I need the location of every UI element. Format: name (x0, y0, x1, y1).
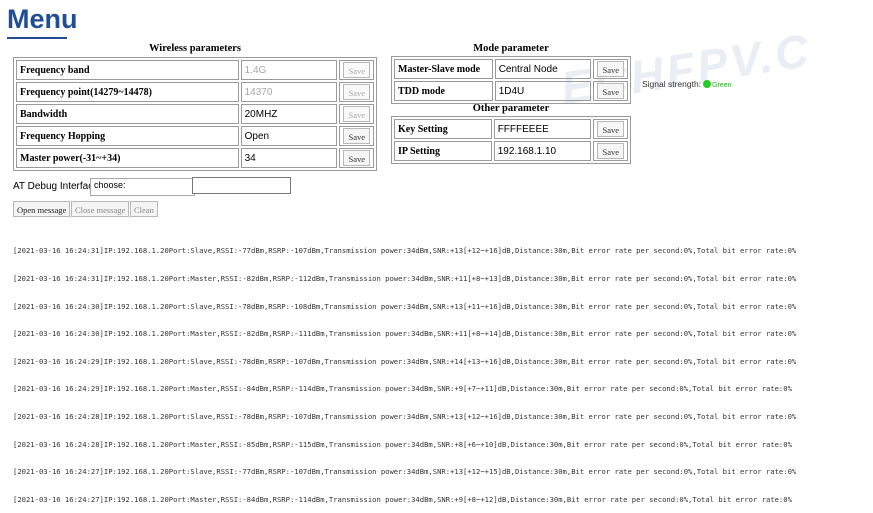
log-line: [2021-03-16 16:24:29]IP:192.168.1.20Port… (13, 384, 792, 394)
save-tdd-mode-button[interactable]: Save (597, 83, 624, 99)
ip-setting-input[interactable]: 192.168.1.10 (493, 141, 592, 161)
close-message-button[interactable]: Close message (71, 201, 130, 217)
mode-parameter-heading: Mode parameter (473, 43, 549, 54)
save-master-slave-mode-button[interactable]: Save (597, 61, 624, 77)
log-line: [2021-03-16 16:24:30]IP:192.168.1.20Port… (13, 329, 797, 339)
key-setting-label: Key Setting (394, 119, 492, 139)
log-line: [2021-03-16 16:24:27]IP:192.168.1.20Port… (13, 494, 792, 504)
frequency-hopping-label: Frequency Hopping (16, 126, 239, 146)
save-frequency-point-button[interactable]: Save (343, 84, 370, 100)
other-parameter-heading: Other parameter (472, 103, 550, 114)
key-setting-input[interactable]: FFFFEEEE (493, 119, 592, 139)
row-master-power: Master power(-31~+34) 34 Save (16, 148, 374, 168)
row-key-setting: Key Setting FFFFEEEE Save (394, 119, 628, 139)
save-frequency-band-button[interactable]: Save (343, 62, 370, 78)
at-command-input[interactable] (192, 177, 291, 194)
log-line: [2021-03-16 16:24:28]IP:192.168.1.20Port… (13, 412, 797, 422)
at-command-select[interactable]: choose: (90, 178, 195, 196)
log-line: [2021-03-16 16:24:31]IP:192.168.1.20Port… (13, 246, 797, 256)
log-line: [2021-03-16 16:24:28]IP:192.168.1.20Port… (13, 439, 792, 449)
bandwidth-label: Bandwidth (16, 104, 239, 124)
page-title: Menu (7, 4, 78, 34)
log-line: [2021-03-16 16:24:31]IP:192.168.1.20Port… (13, 274, 797, 284)
row-ip-setting: IP Setting 192.168.1.10 Save (394, 141, 628, 161)
save-master-power-button[interactable]: Save (343, 150, 370, 166)
save-frequency-hopping-button[interactable]: Save (343, 128, 370, 144)
bandwidth-select[interactable]: 20MHZ (240, 104, 338, 124)
wireless-parameters-table: Frequency band 1.4G Save Frequency point… (13, 57, 377, 171)
frequency-band-label: Frequency band (16, 60, 239, 80)
save-ip-setting-button[interactable]: Save (597, 143, 624, 159)
at-debug-label: AT Debug Interface (13, 181, 99, 192)
save-key-setting-button[interactable]: Save (597, 121, 624, 137)
message-log: [2021-03-16 16:24:31]IP:192.168.1.20Port… (13, 228, 796, 513)
frequency-band-value: 1.4G (240, 60, 338, 80)
log-line: [2021-03-16 16:24:27]IP:192.168.1.20Port… (13, 467, 797, 477)
master-slave-mode-select[interactable]: Central Node (494, 59, 592, 79)
signal-strength: Signal strength: Green (642, 79, 732, 89)
log-line: [2021-03-16 16:24:29]IP:192.168.1.20Port… (13, 356, 797, 366)
row-frequency-hopping: Frequency Hopping Open Save (16, 126, 374, 146)
signal-strength-label: Signal strength: (642, 79, 702, 89)
tdd-mode-label: TDD mode (394, 81, 493, 101)
row-bandwidth: Bandwidth 20MHZ Save (16, 104, 374, 124)
wireless-parameters-heading: Wireless parameters (148, 43, 242, 54)
frequency-hopping-select[interactable]: Open (240, 126, 338, 146)
master-power-label: Master power(-31~+34) (16, 148, 239, 168)
save-bandwidth-button[interactable]: Save (343, 106, 370, 122)
other-parameter-table: Key Setting FFFFEEEE Save IP Setting 192… (391, 116, 631, 164)
row-frequency-band: Frequency band 1.4G Save (16, 60, 374, 80)
master-slave-mode-label: Master-Slave mode (394, 59, 493, 79)
log-line: [2021-03-16 16:24:30]IP:192.168.1.20Port… (13, 301, 797, 311)
open-message-button[interactable]: Open message (13, 201, 71, 217)
mode-parameter-table: Master-Slave mode Central Node Save TDD … (391, 56, 631, 104)
frequency-point-value: 14370 (240, 82, 338, 102)
frequency-point-label: Frequency point(14279~14478) (16, 82, 239, 102)
signal-indicator-icon (703, 80, 712, 88)
row-tdd-mode: TDD mode 1D4U Save (394, 81, 628, 101)
ip-setting-label: IP Setting (394, 141, 492, 161)
title-underline (7, 37, 67, 39)
signal-status-text: Green (712, 82, 732, 89)
tdd-mode-select[interactable]: 1D4U (494, 81, 592, 101)
row-frequency-point: Frequency point(14279~14478) 14370 Save (16, 82, 374, 102)
clean-button[interactable]: Clean (130, 201, 158, 217)
row-master-slave-mode: Master-Slave mode Central Node Save (394, 59, 628, 79)
master-power-input[interactable]: 34 (240, 148, 338, 168)
